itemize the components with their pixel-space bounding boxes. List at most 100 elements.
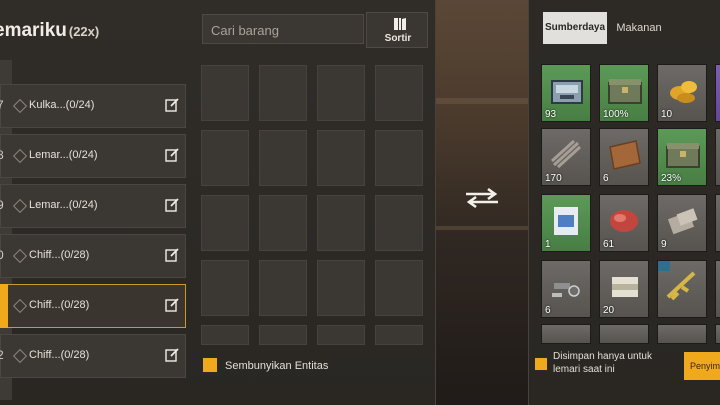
empty-slot[interactable] — [317, 195, 365, 251]
store-only-label: Disimpan hanya untuk lemari saat ini — [553, 351, 652, 375]
row-index: 0 — [0, 248, 4, 262]
inventory-item[interactable] — [715, 324, 720, 344]
sort-icon — [394, 18, 406, 30]
diamond-icon — [12, 298, 28, 314]
inventory-item[interactable]: 1 — [541, 194, 591, 252]
inventory-item[interactable] — [715, 64, 720, 122]
container-row[interactable]: 9 Lemar...(0/24) — [0, 184, 186, 228]
container-label: Lemar...(0/24) — [29, 149, 98, 161]
inventory-item[interactable]: 100% — [599, 64, 649, 122]
storage-header: emariku (22x) — [0, 12, 194, 52]
container-row[interactable]: Chiff...(0/28) — [0, 284, 186, 328]
paper-pack-icon — [554, 207, 578, 235]
row-index: 8 — [0, 148, 4, 162]
edit-icon[interactable] — [165, 98, 179, 112]
empty-slot[interactable] — [259, 325, 307, 345]
swap-arrows-icon[interactable] — [464, 187, 500, 209]
item-count: 6 — [603, 173, 609, 184]
edit-icon[interactable] — [165, 248, 179, 262]
store-only-checkbox[interactable] — [534, 357, 548, 371]
empty-slot[interactable] — [375, 130, 423, 186]
edit-icon[interactable] — [165, 348, 179, 362]
inventory-item[interactable] — [715, 260, 720, 318]
empty-slot[interactable] — [317, 325, 365, 345]
sort-label: Sortir — [384, 33, 412, 44]
empty-slot[interactable] — [201, 195, 249, 251]
empty-slot[interactable] — [317, 260, 365, 316]
item-count: 100% — [603, 109, 629, 120]
save-button[interactable]: Penyim — [684, 352, 720, 380]
rods-icon — [550, 139, 582, 169]
empty-slot[interactable] — [201, 130, 249, 186]
item-count: 10 — [661, 109, 673, 120]
container-row[interactable]: 2 Chiff...(0/28) — [0, 334, 186, 378]
container-row[interactable]: 0 Chiff...(0/28) — [0, 234, 186, 278]
storage-title-text: emariku — [0, 20, 67, 41]
container-label: Chiff...(0/28) — [29, 249, 90, 261]
meat-icon — [610, 210, 638, 232]
container-label: Chiff...(0/28) — [29, 349, 90, 361]
inventory-panel: Sumberdaya Makanan 93 100% 10 170 6 23% 1 61 9 6 2… — [528, 0, 720, 405]
inventory-item[interactable]: 6 — [541, 260, 591, 318]
edit-icon[interactable] — [165, 198, 179, 212]
empty-slot[interactable] — [201, 65, 249, 121]
inventory-item[interactable] — [657, 324, 707, 344]
empty-slot[interactable] — [375, 65, 423, 121]
rifle-icon — [666, 271, 696, 301]
item-count: 20 — [603, 305, 615, 316]
empty-slot[interactable] — [259, 195, 307, 251]
crate-icon — [608, 79, 642, 104]
item-count: 23% — [661, 173, 682, 184]
leather-icon — [609, 140, 641, 170]
diamond-icon — [12, 348, 28, 364]
empty-slot[interactable] — [201, 260, 249, 316]
empty-slot[interactable] — [259, 65, 307, 121]
sort-button[interactable]: Sortir — [366, 12, 428, 48]
tab-food[interactable]: Makanan — [611, 12, 667, 44]
container-row[interactable]: 7 Kulka...(0/24) — [0, 84, 186, 128]
diamond-icon — [12, 148, 28, 164]
storage-title: emariku (22x) — [0, 20, 99, 42]
diamond-icon — [12, 98, 28, 114]
empty-slot[interactable] — [317, 130, 365, 186]
inventory-item[interactable]: 10 — [657, 64, 707, 122]
empty-slot[interactable] — [317, 65, 365, 121]
empty-slot[interactable] — [201, 325, 249, 345]
empty-slot[interactable] — [259, 260, 307, 316]
container-label: Kulka...(0/24) — [29, 99, 95, 111]
edit-icon[interactable] — [165, 148, 179, 162]
inventory-item[interactable]: 9 — [657, 194, 707, 252]
bandage-icon — [612, 277, 638, 297]
crate-icon — [666, 143, 700, 168]
storage-panel: emariku(22x) Sortir 7 Kulka...(0/24) 8 Lema… — [0, 0, 436, 405]
inventory-item[interactable] — [715, 194, 720, 252]
inventory-item[interactable] — [657, 260, 707, 318]
diamond-icon — [12, 198, 28, 214]
inventory-item[interactable] — [541, 324, 591, 344]
container-row[interactable]: 8 Lemar...(0/24) — [0, 134, 186, 178]
item-count: 6 — [545, 305, 551, 316]
hide-entities-checkbox[interactable] — [202, 357, 218, 373]
selected-indicator — [0, 284, 8, 328]
empty-slot[interactable] — [375, 325, 423, 345]
inventory-item[interactable]: 20 — [599, 260, 649, 318]
empty-slot[interactable] — [375, 195, 423, 251]
inventory-item[interactable] — [715, 128, 720, 186]
inventory-item[interactable]: 170 — [541, 128, 591, 186]
edit-icon[interactable] — [165, 298, 179, 312]
storage-count: (22x) — [68, 24, 100, 39]
empty-slot[interactable] — [259, 130, 307, 186]
row-index: 2 — [0, 348, 4, 362]
empty-slot[interactable] — [375, 260, 423, 316]
item-count: 170 — [545, 173, 562, 184]
diamond-icon — [12, 248, 28, 264]
inventory-item[interactable] — [599, 324, 649, 344]
item-count: 1 — [545, 239, 551, 250]
inventory-item[interactable]: 6 — [599, 128, 649, 186]
inventory-item[interactable]: 61 — [599, 194, 649, 252]
inventory-item[interactable]: 23% — [657, 128, 707, 186]
search-input[interactable] — [211, 21, 359, 39]
tab-resources[interactable]: Sumberdaya — [543, 12, 607, 44]
inventory-item[interactable]: 93 — [541, 64, 591, 122]
item-count: 9 — [661, 239, 667, 250]
